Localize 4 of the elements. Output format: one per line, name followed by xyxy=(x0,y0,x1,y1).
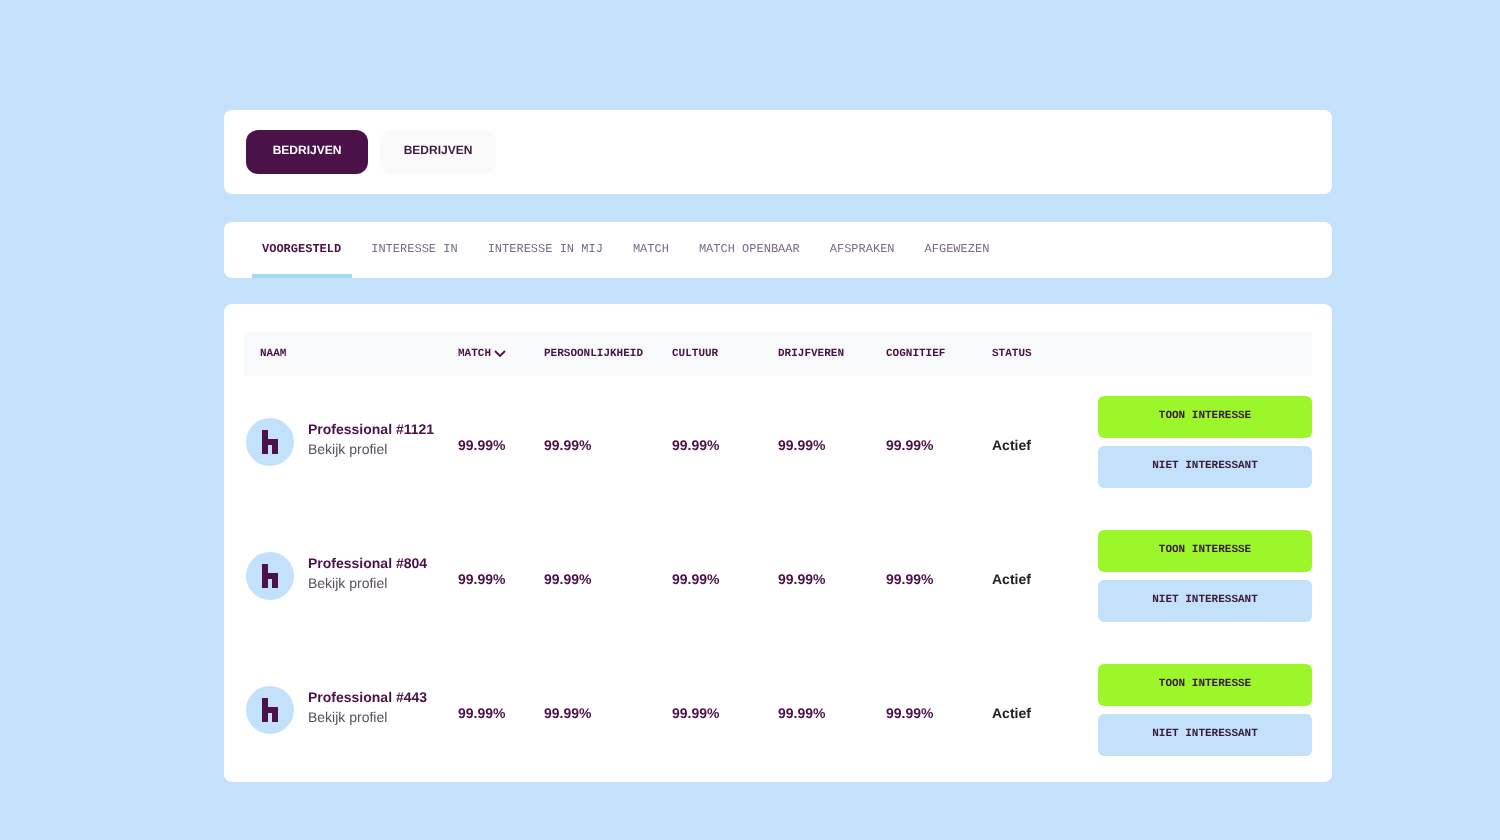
avatar-logo-icon xyxy=(246,552,294,600)
avatar-logo-icon xyxy=(246,418,294,466)
chevron-down-icon xyxy=(493,350,506,358)
avatar-logo-icon xyxy=(246,686,294,734)
